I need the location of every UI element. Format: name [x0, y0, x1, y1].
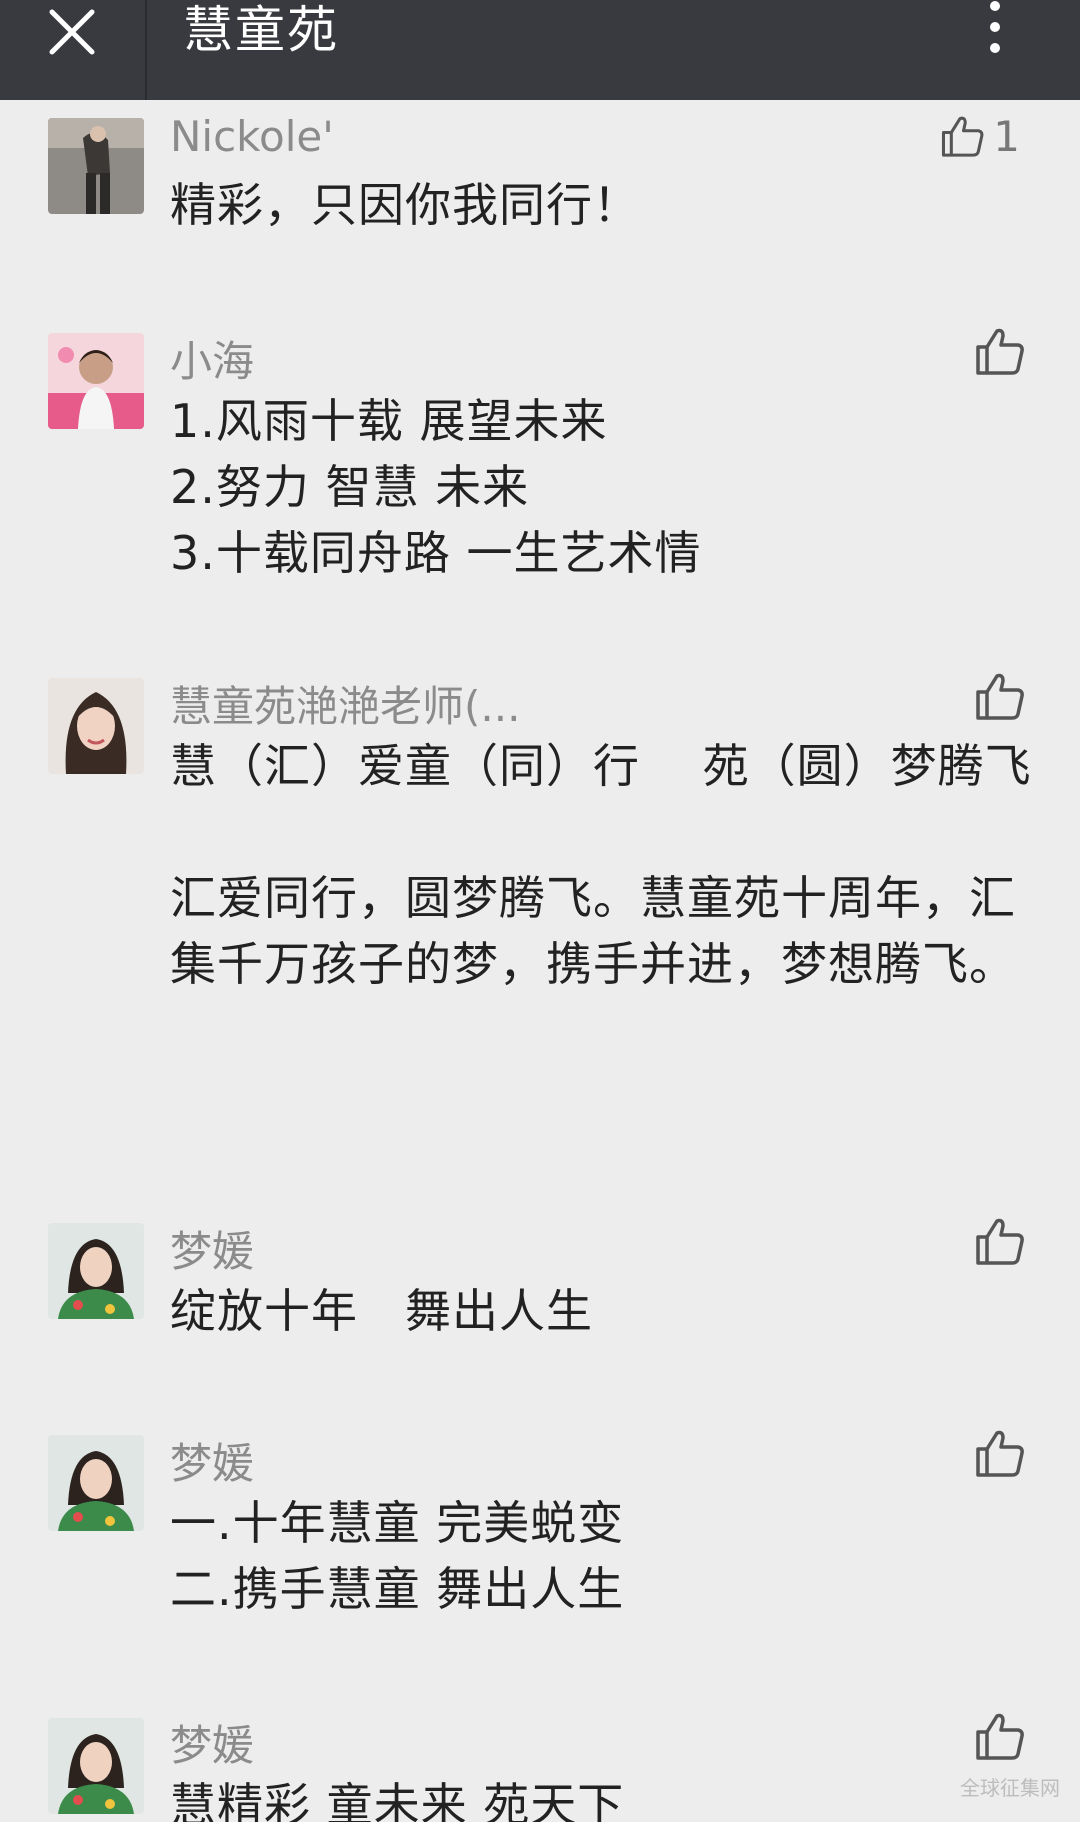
comment-text: 慧（汇）爱童（同）行 苑（圆）梦腾飞 汇爱同行，圆梦腾飞。慧童苑十周年，汇集千万…: [170, 739, 1032, 991]
thumbs-up-icon: [976, 1430, 1024, 1477]
avatar-photo: [48, 1718, 144, 1814]
avatar[interactable]: [48, 678, 144, 774]
avatar[interactable]: [48, 1718, 144, 1814]
comment-author[interactable]: 慧童苑滟滟老师(...: [170, 673, 520, 734]
avatar-photo: [48, 678, 144, 774]
close-button[interactable]: [44, 6, 104, 66]
comment-text: 1.风雨十载 展望未来 2.努力 智慧 未来 3.十载同舟路 一生艺术情: [170, 394, 702, 580]
top-bar: 慧童苑: [0, 0, 1080, 100]
more-button[interactable]: [980, 0, 1010, 60]
avatar-photo: [48, 118, 144, 214]
avatar-photo: [48, 1223, 144, 1319]
thumbs-up-icon: [941, 116, 984, 157]
avatar-photo: [48, 333, 144, 429]
comment-author[interactable]: 小海: [170, 328, 254, 389]
like-count: 1: [993, 111, 1020, 161]
watermark: 全球征集网: [960, 1776, 1060, 1800]
comment-author[interactable]: 梦媛: [170, 1712, 254, 1773]
comment-author[interactable]: 梦媛: [170, 1430, 254, 1491]
page-title: 慧童苑: [183, 1, 339, 59]
avatar-photo: [48, 1435, 144, 1531]
thumbs-up-icon: [976, 1218, 1024, 1265]
comment-text: 绽放十年 舞出人生: [170, 1284, 593, 1338]
comment-list[interactable]: Nickole' 精彩，只因你我同行！ 1 小海 1.风雨十载 展望未来 2.努…: [0, 100, 1080, 1822]
like-button[interactable]: [974, 668, 1054, 724]
close-icon: [49, 9, 95, 55]
comment-text: 精彩，只因你我同行！: [170, 178, 640, 232]
comment-text: 一.十年慧童 完美蜕变 二.携手慧童 舞出人生: [170, 1496, 625, 1616]
like-button[interactable]: 1: [940, 108, 1020, 164]
avatar[interactable]: [48, 118, 144, 214]
like-button[interactable]: [974, 1425, 1054, 1481]
header-divider: [145, 0, 147, 100]
like-button[interactable]: [974, 1213, 1054, 1269]
like-button[interactable]: [974, 323, 1054, 379]
thumbs-up-icon: [976, 1713, 1024, 1760]
like-button[interactable]: [974, 1708, 1054, 1764]
avatar[interactable]: [48, 1435, 144, 1531]
thumbs-up-icon: [976, 673, 1024, 720]
thumbs-up-icon: [976, 328, 1024, 375]
comment-text: 慧精彩 童未来 苑天下: [170, 1778, 625, 1822]
comment-author[interactable]: Nickole': [170, 112, 334, 161]
avatar[interactable]: [48, 1223, 144, 1319]
comment-author[interactable]: 梦媛: [170, 1218, 254, 1279]
more-vertical-icon: [990, 1, 1000, 53]
avatar[interactable]: [48, 333, 144, 429]
